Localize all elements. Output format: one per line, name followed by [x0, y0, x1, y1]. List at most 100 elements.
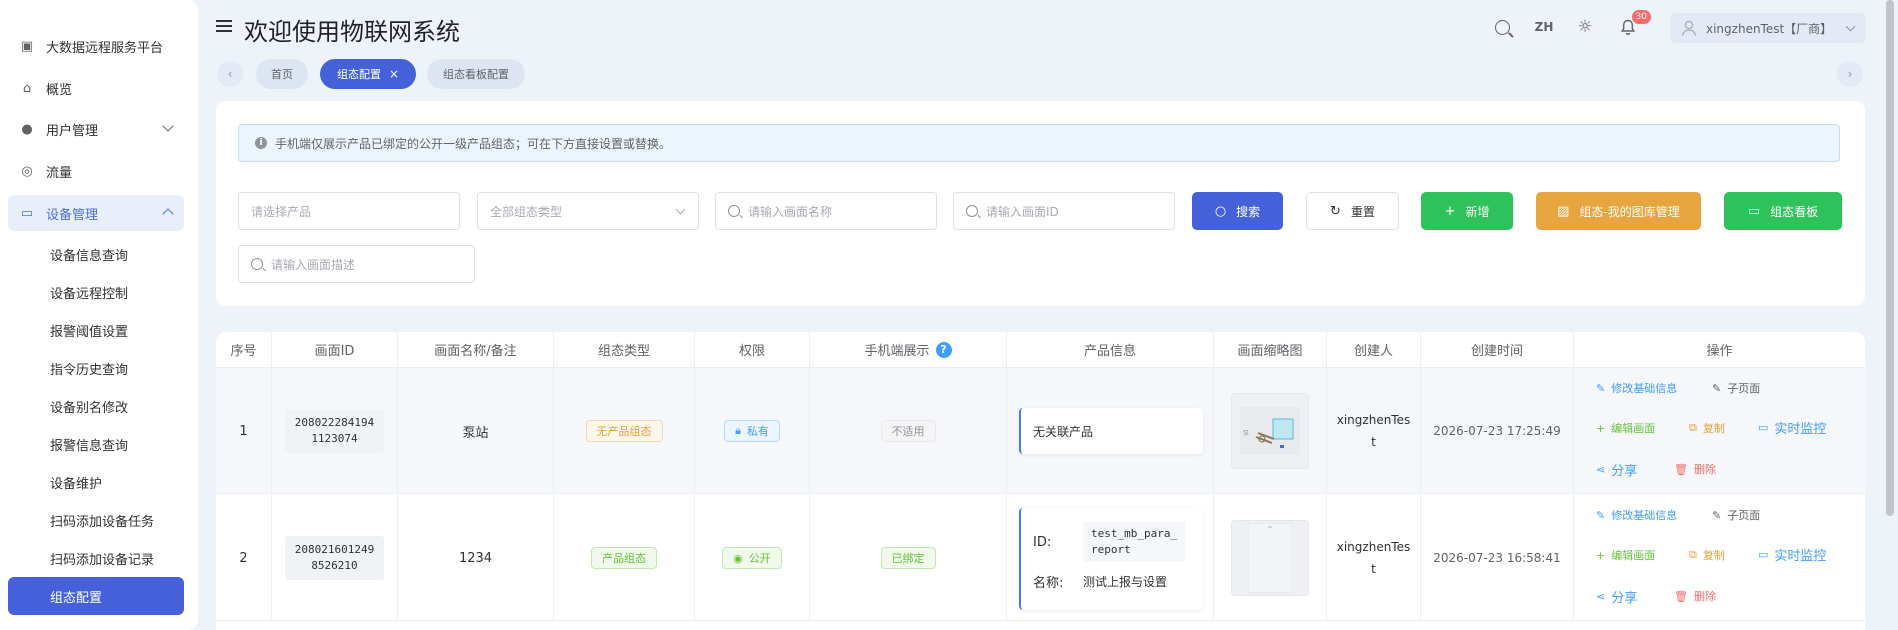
- edit-screen-button[interactable]: + 编辑画面: [1596, 420, 1655, 436]
- product-info-cell: 无关联产品: [1007, 368, 1214, 494]
- sidebar-subitem-maintenance[interactable]: 设备维护: [8, 463, 184, 501]
- tab-label: 组态配置: [336, 68, 381, 81]
- sidebar-item-label: 报警阈值设置: [50, 324, 129, 340]
- screen-thumbnail[interactable]: 泵: [1231, 393, 1309, 469]
- gallery-management-button[interactable]: ▨ 组态-我的图库管理: [1536, 192, 1701, 230]
- permission-cell: 🔒︎ 私有: [695, 368, 810, 494]
- tabs-scroll-left-button[interactable]: ‹: [217, 61, 243, 87]
- delete-button[interactable]: 🗑︎ 删除: [1674, 588, 1716, 604]
- help-icon[interactable]: ?: [935, 341, 952, 358]
- search-icon[interactable]: [1491, 16, 1513, 38]
- screen-thumbnail[interactable]: [1231, 520, 1309, 596]
- search-button[interactable]: ○ 搜索: [1192, 192, 1283, 230]
- board-button[interactable]: ▭ 组态看板: [1724, 192, 1842, 230]
- column-header: 操作: [1574, 332, 1865, 368]
- row-index: 1: [216, 368, 272, 494]
- share-button[interactable]: ⋖ 分享: [1596, 587, 1637, 606]
- sidebar-item-label: 报警信息查询: [50, 438, 129, 454]
- image-icon: ▨: [1557, 203, 1570, 219]
- tabs-scroll-right-button[interactable]: ›: [1837, 61, 1863, 87]
- realtime-monitor-button[interactable]: ▭ 实时监控: [1758, 545, 1826, 564]
- sidebar-subitem-config[interactable]: 组态配置: [8, 577, 184, 615]
- sidebar-item-label: 设备远程控制: [50, 286, 129, 302]
- column-header: 组态类型: [554, 332, 695, 368]
- screen-name-input[interactable]: 请输入画面名称: [715, 192, 937, 230]
- screen-description-input[interactable]: 请输入画面描述: [238, 245, 475, 283]
- info-alert: i 手机端仅展示产品已绑定的公开一级产品组态；可在下方直接设置或替换。: [238, 124, 1840, 162]
- tab-board-config[interactable]: 组态看板配置: [427, 59, 525, 89]
- tab-home[interactable]: 首页: [256, 59, 308, 89]
- placeholder: 请选择产品: [251, 204, 312, 219]
- realtime-monitor-button[interactable]: ▭ 实时监控: [1758, 418, 1826, 437]
- sidebar-item-user-management[interactable]: ● 用户管理: [8, 111, 184, 147]
- share-icon: ⋖: [1596, 590, 1606, 603]
- page-scrollbar[interactable]: [1886, 0, 1894, 516]
- created-time: 2026-07-23 17:25:49: [1421, 368, 1574, 494]
- sidebar-subitem-device-info[interactable]: 设备信息查询: [8, 235, 184, 273]
- sidebar-item-label: 用户管理: [46, 123, 99, 139]
- copy-button[interactable]: ⧉ 复制: [1689, 420, 1725, 436]
- reset-button[interactable]: ↻ 重置: [1306, 192, 1399, 230]
- column-header: 画面名称/备注: [398, 332, 554, 368]
- copy-icon: ⧉: [1689, 421, 1697, 434]
- monitor-icon: ▭: [1747, 203, 1761, 219]
- sidebar-item-device-management[interactable]: ▭ 设备管理: [8, 195, 184, 231]
- button-label: 新增: [1465, 204, 1490, 219]
- product-id-label: ID:: [1033, 534, 1052, 550]
- config-type-tag: 产品组态: [591, 547, 657, 569]
- product-info-cell: ID: test_mb_para_ report 名称: 测试上报与设置: [1007, 495, 1214, 621]
- menu-collapse-icon[interactable]: [216, 20, 232, 34]
- config-type-select[interactable]: 全部组态类型: [477, 192, 699, 230]
- filter-card: i 手机端仅展示产品已绑定的公开一级产品组态；可在下方直接设置或替换。 请选择产…: [216, 101, 1865, 306]
- sidebar-subitem-command-history[interactable]: 指令历史查询: [8, 349, 184, 387]
- sidebar-item-label: 设备维护: [50, 476, 103, 492]
- edit-icon: ✎: [1712, 381, 1722, 395]
- sidebar-item-traffic[interactable]: ◎ 流量: [8, 153, 184, 189]
- close-icon[interactable]: ×: [389, 67, 399, 81]
- copy-button[interactable]: ⧉ 复制: [1689, 547, 1725, 563]
- user-menu[interactable]: xingzhenTest【厂商】: [1670, 13, 1866, 43]
- sidebar-item-overview[interactable]: ⌂ 概览: [8, 70, 184, 106]
- sidebar-subitem-device-alias[interactable]: 设备别名修改: [8, 387, 184, 425]
- search-icon: [728, 205, 740, 217]
- sidebar-subitem-scan-task[interactable]: 扫码添加设备任务: [8, 501, 184, 539]
- edit-info-button[interactable]: ✎ 修改基础信息: [1596, 507, 1677, 523]
- creator-name: xingzhenTes: [1336, 413, 1411, 427]
- edit-screen-button[interactable]: + 编辑画面: [1596, 547, 1655, 563]
- sidebar-subitem-alarm-info[interactable]: 报警信息查询: [8, 425, 184, 463]
- sidebar-subitem-scan-record[interactable]: 扫码添加设备记录: [8, 539, 184, 577]
- mobile-display-cell: 不适用: [810, 368, 1007, 494]
- sidebar-item-label: 扫码添加设备任务: [50, 514, 155, 530]
- column-header: 画面缩略图: [1214, 332, 1327, 368]
- mobile-status-tag: 不适用: [880, 420, 936, 442]
- creator-name: xingzhenTes: [1336, 540, 1411, 554]
- copy-icon: ⧉: [1689, 548, 1697, 561]
- sub-page-button[interactable]: ✎ 子页面: [1712, 507, 1760, 523]
- column-header-label: 手机端展示: [864, 344, 930, 359]
- screen-id-input[interactable]: 请输入画面ID: [953, 192, 1175, 230]
- sidebar-subitem-remote-control[interactable]: 设备远程控制: [8, 273, 184, 311]
- tab-config[interactable]: 组态配置 ×: [320, 59, 416, 89]
- screen-name: 泵站: [398, 368, 554, 494]
- screen-id: 208022284194 1123074: [284, 409, 385, 453]
- creator-name-wrap: t: [1371, 562, 1376, 576]
- share-button[interactable]: ⋖ 分享: [1596, 460, 1637, 479]
- trash-icon: 🗑︎: [1674, 462, 1688, 476]
- alert-text: 手机端仅展示产品已绑定的公开一级产品组态；可在下方直接设置或替换。: [275, 136, 672, 151]
- sun-icon[interactable]: ☼: [1574, 16, 1596, 38]
- column-header: 产品信息: [1007, 332, 1214, 368]
- sidebar-subitem-alarm-threshold[interactable]: 报警阈值设置: [8, 311, 184, 349]
- edit-info-button[interactable]: ✎ 修改基础信息: [1596, 380, 1677, 396]
- edit-icon: ✎: [1596, 381, 1606, 395]
- svg-text:泵: 泵: [1243, 430, 1249, 437]
- config-type-cell: 无产品组态: [554, 368, 695, 494]
- bell-icon[interactable]: 30: [1617, 10, 1651, 38]
- product-select[interactable]: 请选择产品: [238, 192, 460, 230]
- eye-icon: ◉: [733, 551, 743, 565]
- add-button[interactable]: + 新增: [1421, 192, 1513, 230]
- sidebar-item-platform[interactable]: ▣ 大数据远程服务平台: [8, 28, 184, 64]
- language-switch[interactable]: ZH: [1533, 16, 1555, 38]
- delete-button[interactable]: 🗑︎ 删除: [1674, 461, 1716, 477]
- button-label: 组态看板: [1770, 204, 1819, 219]
- sub-page-button[interactable]: ✎ 子页面: [1712, 380, 1760, 396]
